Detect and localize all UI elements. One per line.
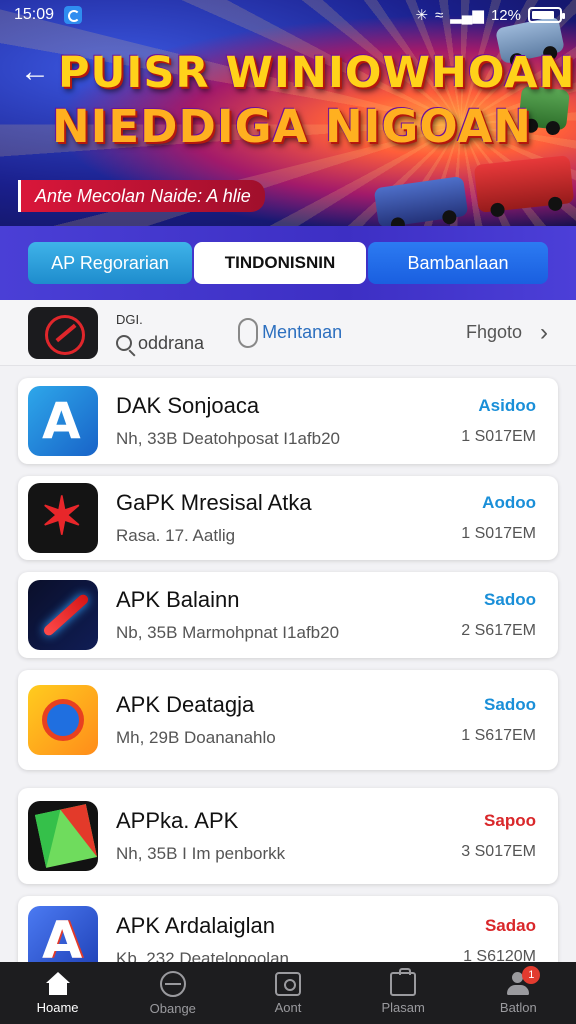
list-item[interactable]: APK Deatagja Mh, 29B Doananahlo Sadoo 1 … xyxy=(18,670,558,770)
filter-right-label: Fhgoto xyxy=(465,322,522,342)
list-item[interactable]: ✶ GaPK Mresisal Atka Rasa. 17. Aatlig Ao… xyxy=(18,476,558,560)
nav-obange[interactable]: Obange xyxy=(125,970,221,1016)
app-action-button[interactable]: Aodoo xyxy=(482,493,536,513)
star-burst-icon: ✶ xyxy=(28,483,98,553)
home-icon xyxy=(45,971,71,996)
globe-icon xyxy=(159,970,186,997)
signal-icon: ▂▄▆ xyxy=(450,7,484,24)
nav-label: Aont xyxy=(274,999,302,1015)
bluetooth-icon: ✳ xyxy=(415,7,429,24)
nav-aont[interactable]: Aont xyxy=(240,971,336,1015)
app-action-button[interactable]: Sadoo xyxy=(484,695,536,715)
nav-label: Plasam xyxy=(381,999,425,1015)
bottom-navigation: Hoame Obange Aont Plasam 1 Batlon xyxy=(0,962,576,1024)
app-details: Nh, 35B I Im penborkk xyxy=(116,844,286,863)
nav-label: Obange xyxy=(149,1000,196,1016)
banner-subtitle: Ante Mecolan Naide: A hlie xyxy=(18,180,265,212)
wifi-icon: ≈ xyxy=(435,6,444,24)
tab-bambanlaan[interactable]: Bambanlaan xyxy=(368,242,548,284)
status-bar: 15:09 ✳ ≈ ▂▄▆ 12% xyxy=(0,0,576,30)
search-icon xyxy=(116,335,132,351)
toggle-label: Mentanan xyxy=(262,322,343,342)
car-graphic xyxy=(373,175,469,226)
app-size: 1 S617EM xyxy=(461,727,536,744)
app-action-button[interactable]: Sadao xyxy=(485,916,536,936)
battery-percent: 12% xyxy=(490,6,521,24)
nav-home[interactable]: Hoame xyxy=(10,971,106,1015)
filter-more[interactable]: Fhgoto › xyxy=(466,319,548,347)
app-details: Rasa. 17. Aatlig xyxy=(116,526,236,545)
bag-icon xyxy=(390,967,417,996)
battery-icon xyxy=(528,7,565,23)
orange-ring-icon xyxy=(28,685,98,755)
app-size: 3 S017EM xyxy=(461,843,536,860)
nav-batlon[interactable]: 1 Batlon xyxy=(470,965,566,1015)
chevron-right-icon: › xyxy=(540,318,548,346)
app-name: DAK Sonjoaca xyxy=(116,393,260,418)
app-name: APPka. APK xyxy=(116,808,239,833)
status-time: 15:09 xyxy=(14,6,55,23)
category-tabs: AP Regorarian TINDONISNIN Bambanlaan xyxy=(0,226,576,300)
notification-badge: 1 xyxy=(522,965,541,984)
app-details: Mh, 29B Doananahlo xyxy=(116,728,276,747)
tab-regorarian[interactable]: AP Regorarian xyxy=(28,242,192,284)
nav-label: Batlon xyxy=(499,999,537,1015)
app-name: APK Ardalaiglan xyxy=(116,913,275,938)
a-letter-icon: A xyxy=(28,386,98,456)
app-action-button[interactable]: Sadoo xyxy=(484,590,536,610)
list-item[interactable]: A DAK Sonjoaca Nh, 33B Deatohposat I1afb… xyxy=(18,378,558,464)
app-details: Nb, 35B Marmohpnat I1afb20 xyxy=(116,623,340,642)
filter-app-thumbnail[interactable] xyxy=(28,306,98,359)
app-size: 1 S017EM xyxy=(461,525,536,542)
app-name: APK Balainn xyxy=(116,587,240,612)
banner-title: PUISR WINIOWHOAN xyxy=(58,48,576,98)
filter-search[interactable]: oddrana xyxy=(116,333,204,354)
back-arrow-icon[interactable]: ← xyxy=(20,57,50,87)
app-size: 2 S617EM xyxy=(461,622,536,639)
pen-icon xyxy=(28,580,98,650)
toggle-icon xyxy=(238,317,259,348)
app-name: GaPK Mresisal Atka xyxy=(116,490,312,515)
promo-banner[interactable]: ← PUISR WINIOWHOAN NIEDDIGA NIGOAN Ante … xyxy=(0,0,576,226)
filter-bar: DGI. oddrana Mentanan Fhgoto › xyxy=(0,300,576,366)
battery-fill xyxy=(532,11,555,19)
app-size: 1 S017EM xyxy=(461,428,536,445)
list-item[interactable]: APPka. APK Nh, 35B I Im penborkk Sapoo 3… xyxy=(18,788,558,884)
app-action-button[interactable]: Sapoo xyxy=(484,811,536,831)
notification-app-icon xyxy=(64,6,83,24)
banner-title-secondary: NIEDDIGA NIGOAN xyxy=(52,100,532,153)
filter-label: DGI. xyxy=(116,311,143,327)
list-item[interactable]: APK Balainn Nb, 35B Marmohpnat I1afb20 S… xyxy=(18,572,558,658)
search-text: oddrana xyxy=(138,332,205,353)
nav-label: Hoame xyxy=(36,999,79,1015)
app-action-button[interactable]: Asidoo xyxy=(478,396,536,416)
filter-toggle[interactable]: Mentanan xyxy=(238,317,343,348)
box-icon xyxy=(274,971,301,996)
app-name: APK Deatagja xyxy=(116,692,255,717)
nav-plasam[interactable]: Plasam xyxy=(355,967,451,1015)
car-graphic xyxy=(473,155,575,218)
tab-tindonisnin[interactable]: TINDONISNIN xyxy=(194,242,366,284)
app-details: Nh, 33B Deatohposat I1afb20 xyxy=(116,429,340,448)
kite-icon xyxy=(28,801,98,871)
